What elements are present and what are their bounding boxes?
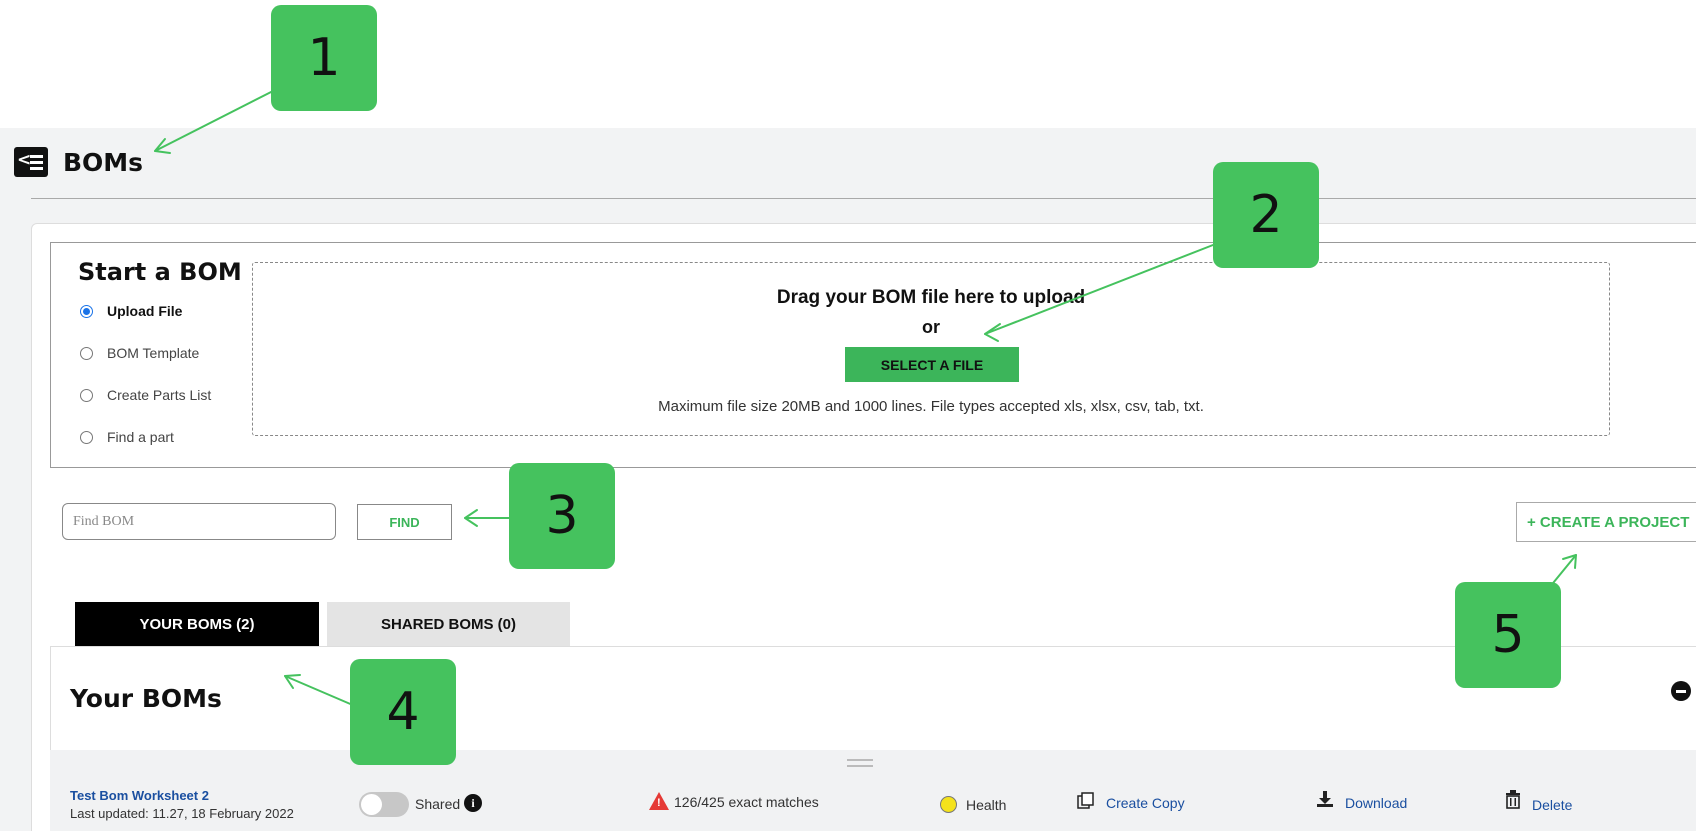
health-label: Health [966, 797, 1007, 813]
select-file-button[interactable]: SELECT A FILE [845, 347, 1019, 382]
radio-button[interactable] [80, 388, 93, 402]
option-bom-template[interactable]: BOM Template [80, 342, 199, 364]
option-label: BOM Template [107, 345, 200, 361]
shared-label: Shared [415, 796, 461, 812]
option-label: Upload File [107, 303, 183, 319]
radio-button[interactable] [80, 304, 93, 318]
annotation-badge-1: 1 [271, 5, 377, 111]
dropzone-note: Maximum file size 20MB and 1000 lines. F… [658, 398, 1204, 415]
bom-last-updated: Last updated: 11.27, 18 February 2022 [70, 806, 294, 821]
copy-icon[interactable] [1077, 792, 1094, 809]
create-project-button[interactable]: + CREATE A PROJECT [1516, 502, 1696, 542]
download-link[interactable]: Download [1345, 795, 1407, 811]
menu-toggle-icon[interactable]: < [14, 147, 48, 177]
trash-icon[interactable] [1505, 790, 1521, 809]
option-label: Create Parts List [107, 387, 212, 403]
download-icon[interactable] [1316, 790, 1334, 808]
dropzone-or: or [922, 317, 940, 337]
option-create-parts-list[interactable]: Create Parts List [80, 384, 211, 406]
page-title: BOMs [63, 148, 144, 177]
dropzone-title: Drag your BOM file here to upload [776, 287, 1086, 308]
shared-toggle[interactable] [359, 792, 409, 817]
annotation-badge-2: 2 [1213, 162, 1319, 268]
tab-your-boms[interactable]: YOUR BOMS (2) [75, 602, 319, 646]
radio-button[interactable] [80, 430, 93, 444]
health-status-icon [940, 796, 957, 813]
collapse-icon[interactable] [1671, 681, 1691, 701]
bom-name-link[interactable]: Test Bom Worksheet 2 [70, 788, 209, 803]
annotation-badge-3: 3 [509, 463, 615, 569]
exact-matches-count: 126/425 exact matches [674, 794, 819, 810]
annotation-badge-4: 4 [350, 659, 456, 765]
delete-link[interactable]: Delete [1532, 797, 1572, 813]
drag-handle-icon[interactable] [847, 759, 873, 771]
info-icon[interactable]: i [464, 794, 482, 812]
warning-icon-mark: ! [657, 797, 661, 809]
create-copy-link[interactable]: Create Copy [1106, 795, 1185, 811]
bom-row [50, 750, 1696, 831]
find-button[interactable]: FIND [357, 504, 452, 540]
option-upload-file[interactable]: Upload File [80, 300, 182, 322]
start-bom-title: Start a BOM [78, 258, 242, 286]
annotation-badge-5: 5 [1455, 582, 1561, 688]
option-label: Find a part [107, 429, 174, 445]
option-find-a-part[interactable]: Find a part [80, 426, 174, 448]
header-divider [31, 198, 1696, 199]
your-boms-title: Your BOMs [70, 684, 222, 713]
radio-button[interactable] [80, 346, 93, 360]
find-bom-input[interactable] [62, 503, 336, 540]
tab-shared-boms[interactable]: SHARED BOMS (0) [327, 602, 570, 646]
